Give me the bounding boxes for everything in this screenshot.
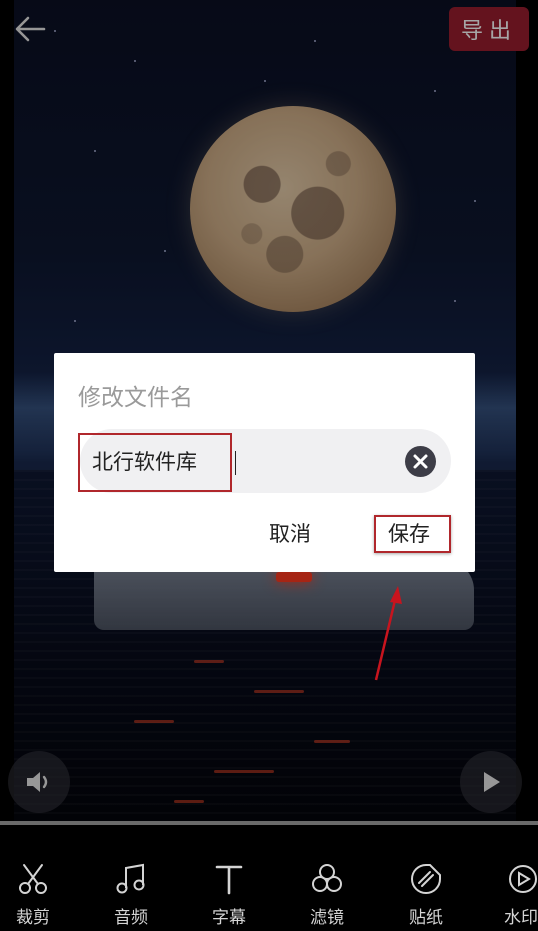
dialog-title: 修改文件名 <box>78 385 193 411</box>
tool-watermark[interactable]: 水印 <box>488 845 538 931</box>
text-icon <box>215 865 243 895</box>
save-highlight-box <box>374 515 451 553</box>
rename-dialog: 修改文件名 取消 保存 <box>54 353 475 572</box>
tool-sticker[interactable]: 贴纸 <box>391 845 461 931</box>
music-note-icon <box>116 863 145 894</box>
tool-subtitle[interactable]: 字幕 <box>194 845 264 931</box>
watermark-icon <box>509 865 537 893</box>
progress-bar[interactable] <box>0 821 538 825</box>
annotation-arrow-icon <box>374 586 402 681</box>
editor-screen: 导出 修改文件名 取消 保存 <box>0 0 538 931</box>
tool-filter[interactable]: 滤镜 <box>292 845 362 931</box>
tool-label: 滤镜 <box>310 908 344 928</box>
filter-circles-icon <box>312 864 342 892</box>
tool-label: 字幕 <box>212 908 246 928</box>
tool-label: 水印 <box>504 908 538 928</box>
tool-crop[interactable]: 裁剪 <box>0 845 68 931</box>
tool-label: 裁剪 <box>16 908 50 928</box>
scissors-icon <box>19 864 47 894</box>
cancel-button[interactable]: 取消 <box>269 518 311 548</box>
edit-toolbar: 裁剪 音频 字幕 滤镜 贴纸 水印 <box>0 845 538 931</box>
clear-icon[interactable] <box>405 446 436 477</box>
tool-audio[interactable]: 音频 <box>96 845 166 931</box>
text-caret <box>235 451 236 475</box>
tool-label: 贴纸 <box>409 908 443 928</box>
tool-label: 音频 <box>114 908 148 928</box>
sticker-icon <box>411 864 441 894</box>
input-highlight-box <box>78 433 232 492</box>
